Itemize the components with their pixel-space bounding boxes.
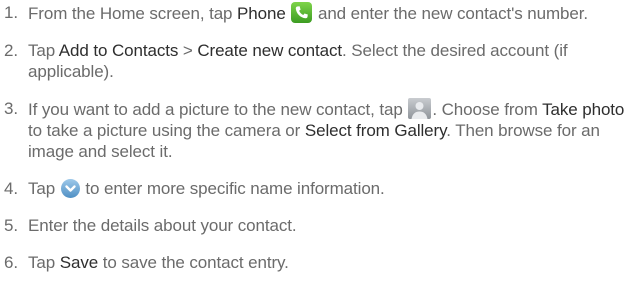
- step-5: 5. Enter the details about your contact.: [4, 215, 638, 236]
- step-number: 6.: [4, 253, 18, 272]
- step-text: . Choose from: [432, 100, 543, 119]
- step-text: Enter the details about your contact.: [28, 216, 297, 235]
- contact-picture-icon: [408, 98, 432, 119]
- step-text: and enter the new contact's number.: [317, 4, 588, 23]
- step-4: 4. Tap to enter more specific name infor…: [4, 178, 638, 199]
- step-number: 2.: [4, 41, 18, 60]
- step-3: 3. If you want to add a picture to the n…: [4, 98, 638, 162]
- ui-term-create-new-contact: Create new contact: [197, 41, 343, 60]
- ui-term-save: Save: [59, 253, 99, 272]
- ui-term-select-from-gallery: Select from Gallery: [304, 121, 447, 140]
- step-text: From the Home screen, tap: [28, 4, 238, 23]
- step-text: to save the contact entry.: [98, 253, 289, 272]
- step-number: 1.: [4, 3, 18, 22]
- step-text: to take a picture using the camera or: [28, 121, 305, 140]
- step-number: 4.: [4, 179, 18, 198]
- step-6: 6. Tap Save to save the contact entry.: [4, 252, 638, 273]
- step-1: 1. From the Home screen, tap Phone and e…: [4, 2, 638, 24]
- step-text: Tap: [28, 179, 60, 198]
- step-text: If you want to add a picture to the new …: [28, 100, 408, 119]
- step-text: to enter more specific name information.: [85, 179, 385, 198]
- step-2: 2. Tap Add to Contacts > Create new cont…: [4, 40, 638, 82]
- step-text: Tap: [28, 253, 60, 272]
- step-number: 5.: [4, 216, 18, 235]
- ui-term-phone: Phone: [237, 4, 286, 23]
- step-text: >: [178, 41, 198, 60]
- step-number: 3.: [4, 99, 18, 118]
- chevron-down-icon: [60, 179, 80, 198]
- ui-term-add-to-contacts: Add to Contacts: [58, 41, 179, 60]
- instruction-list: 1. From the Home screen, tap Phone and e…: [4, 2, 638, 289]
- phone-icon: [291, 2, 313, 23]
- ui-term-take-photo: Take photo: [542, 100, 625, 119]
- step-text: Tap: [28, 41, 59, 60]
